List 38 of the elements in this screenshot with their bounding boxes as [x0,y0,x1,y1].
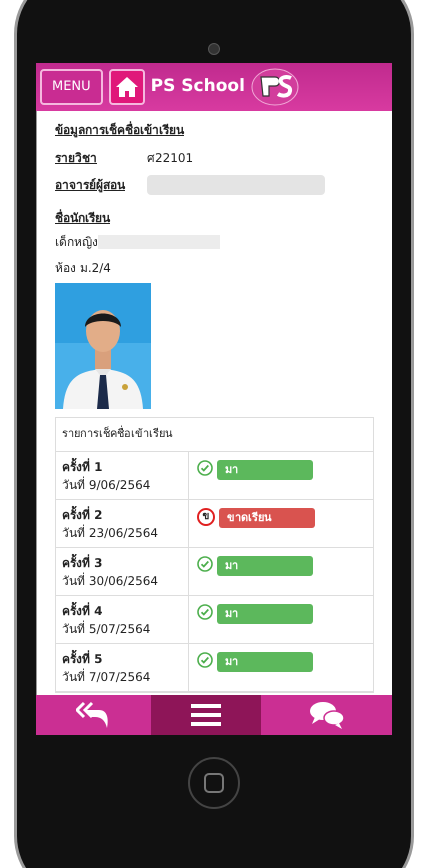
check-circle-icon [197,556,213,572]
status-badge: ขาดเรียน [219,508,315,528]
session-date: วันที่ 30/06/2564 [62,572,159,590]
session-date: วันที่ 23/06/2564 [62,524,159,542]
status-badge: มา [217,460,313,480]
home-button[interactable] [188,757,240,809]
square-icon [204,773,224,793]
student-name: เด็กหญิง [55,234,98,251]
session-number: ครั้งที่ 1 [62,458,182,476]
check-circle-icon [197,460,213,476]
absent-icon: ข [197,508,215,526]
home-icon [114,76,139,98]
status-badge: มา [217,652,313,672]
logo-icon [250,68,299,106]
session-date: วันที่ 9/06/2564 [62,476,152,494]
camera-icon [208,43,220,55]
student-label: ชื่อนักเรียน [55,209,112,227]
table-title: รายการเช็คชื่อเข้าเรียน [62,426,173,442]
session-number: ครั้งที่ 3 [62,554,182,572]
subject-value: ศ22101 [147,150,194,167]
check-circle-icon [197,604,213,620]
session-date: วันที่ 7/07/2564 [62,668,152,686]
check-circle-icon [197,652,213,668]
app-title: PS School [150,75,245,98]
menu-icon [191,704,221,726]
status-badge: มา [217,604,313,624]
session-number: ครั้งที่ 4 [62,602,182,620]
status-badge: มา [217,556,313,576]
subject-label: รายวิชา [55,150,98,167]
chat-icon [308,700,344,730]
teacher-label: อาจารย์ผู้สอน [55,177,126,194]
menu-button[interactable]: MENU [40,69,103,105]
session-number: ครั้งที่ 2 [62,506,182,524]
session-number: ครั้งที่ 5 [62,650,182,668]
menu-tab[interactable] [151,695,261,735]
room-text: ห้อง ม.2/4 [55,260,112,277]
session-date: วันที่ 5/07/2564 [62,620,152,638]
section-heading: ข้อมูลการเช็คชื่อเข้าเรียน [55,121,186,139]
